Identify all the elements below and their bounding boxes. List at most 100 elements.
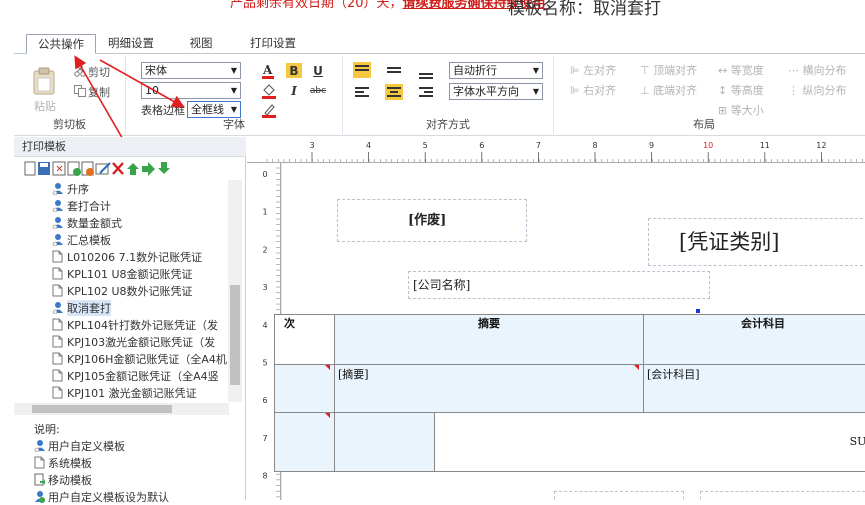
layout-h-distribute-label: 横向分布 (802, 64, 847, 77)
underline-button[interactable]: U (311, 63, 325, 79)
account-header-cell[interactable]: 会计科目 (643, 314, 865, 365)
cut-label[interactable]: 剪切 (88, 64, 110, 80)
clipboard-group: 粘贴 剪切 复制 剪切板 (14, 56, 126, 134)
layout-align-bottom[interactable]: ⊥ 底端对齐 (640, 82, 697, 98)
move-up-icon[interactable] (127, 163, 139, 175)
void-field[interactable]: [作废] (337, 199, 527, 242)
align-top-icon[interactable] (353, 62, 371, 78)
move-down-icon[interactable] (158, 162, 170, 174)
tree-item[interactable]: 取消套打 (52, 299, 111, 316)
horizontal-ruler: 34567891011121314151617 (247, 137, 865, 163)
tree-item[interactable]: 套打合计 (52, 197, 111, 214)
copy-label[interactable]: 复制 (88, 84, 110, 100)
tree-item[interactable]: KPL104针打数外记账凭证（发 (52, 316, 218, 333)
tab-view[interactable]: 视图 (182, 34, 220, 54)
tree-item[interactable]: 数量金额式 (52, 214, 122, 231)
export-icon[interactable] (81, 161, 94, 176)
ruler-label: 11 (760, 141, 770, 150)
tree-vertical-scroll-thumb[interactable] (230, 285, 240, 385)
resize-handle[interactable] (696, 309, 700, 313)
align-left-icon[interactable] (353, 84, 371, 100)
tab-common[interactable]: 公共操作 (26, 34, 96, 54)
text-direction-select[interactable]: 字体水平方向 (449, 83, 543, 100)
seq-cell-1[interactable] (274, 364, 335, 413)
tab-print-settings[interactable]: 打印设置 (242, 34, 304, 54)
tree-item-label: KPJ103激光金额记账凭证（发 (67, 335, 216, 349)
tree-item[interactable]: KPL102 U8数外记账凭证 (52, 282, 193, 299)
layout-align-left-label: 左对齐 (583, 64, 617, 77)
layout-align-right[interactable]: ⊫ 右对齐 (570, 82, 616, 98)
tree-item[interactable]: KPJ106H金额记账凭证（全A4机 (52, 350, 227, 367)
system-template-icon (52, 335, 63, 348)
save-icon[interactable] (38, 162, 50, 175)
ruler-label: 6 (479, 141, 484, 150)
company-name-field[interactable]: [公司名称] (408, 271, 710, 299)
delete-icon[interactable] (112, 162, 124, 175)
template-tree: 升序 套打合计 数量金额式 汇总模板 L010206 7.1数外记账凭证 KPL101 U… (14, 180, 229, 402)
paste-icon[interactable] (30, 66, 58, 96)
align-middle-icon[interactable] (385, 62, 403, 78)
user-template-icon (52, 234, 63, 246)
fill-color-icon[interactable] (261, 83, 277, 100)
seq-header-cell[interactable]: 次 (274, 314, 335, 365)
ruler-label: 4 (262, 321, 267, 330)
tree-item[interactable]: 升序 (52, 180, 89, 197)
clipboard-title: 剪切板 (53, 118, 86, 131)
layout-equal-height-label: 等高度 (730, 84, 764, 97)
tree-item-label: 取消套打 (67, 299, 111, 316)
tab-detail-settings[interactable]: 明细设置 (102, 34, 160, 54)
import-icon[interactable] (52, 161, 66, 176)
tree-item[interactable]: KPJ101 激光金额记账凭证 (52, 384, 197, 401)
summary-cell[interactable]: [摘要] (334, 364, 644, 413)
title-strip: 产品剩余有效日期（20）天，请续费服务确保持续使用 模板名称：取消套打 (0, 0, 865, 30)
ruler-label: 0 (262, 170, 267, 179)
font-size-select[interactable]: 10 (141, 82, 241, 99)
tree-item[interactable]: KPJ103激光金额记账凭证（发 (52, 333, 215, 350)
scissors-icon[interactable] (74, 65, 86, 77)
layout-h-distribute[interactable]: ⋯ 横向分布 (788, 62, 847, 78)
wrap-select[interactable]: 自动折行 (449, 62, 543, 79)
font-color-icon[interactable]: A (261, 62, 275, 80)
ruler-label: 12 (816, 141, 826, 150)
tree-item[interactable]: L010206 7.1数外记账凭证 (52, 248, 202, 265)
new-icon[interactable] (24, 161, 36, 176)
ruler-label: 2 (262, 245, 267, 254)
layout-equal-width[interactable]: ↔ 等宽度 (718, 62, 764, 78)
copy-icon[interactable] (74, 85, 86, 97)
font-family-select[interactable]: 宋体 (141, 62, 241, 79)
strikethrough-button[interactable]: abc (308, 84, 328, 98)
expiry-warning: 产品剩余有效日期（20）天，请续费服务确保持续使用 (230, 0, 546, 11)
italic-button[interactable]: I (288, 83, 300, 99)
layout-v-distribute[interactable]: ⋮ 纵向分布 (788, 82, 847, 98)
tree-vertical-scrollbar[interactable] (228, 180, 242, 402)
seq-cell-2[interactable] (274, 412, 335, 472)
align-right-icon[interactable] (417, 84, 435, 100)
tree-item[interactable]: KPL101 U8金额记账凭证 (52, 265, 193, 282)
template-name: 模板名称：取消套打 (508, 0, 661, 19)
cell-marker (325, 365, 330, 370)
layout-align-top[interactable]: ⊤ 顶端对齐 (640, 62, 697, 78)
bold-button[interactable]: B (286, 63, 302, 78)
ribbon: 粘贴 剪切 复制 剪切板 宋体 10 表格边框 全框线 A B U I abc … (14, 54, 865, 136)
tree-item[interactable]: KPJ105金额记账凭证（全A4竖 (52, 367, 219, 384)
tree-horizontal-scroll-thumb[interactable] (32, 405, 172, 413)
voucher-type-field[interactable]: [凭证类别] (648, 218, 865, 266)
template-panel: 打印模板 升序 套打合计 数量金额式 汇总模板 L010206 7.1数外记账凭证 KPL… (14, 137, 246, 504)
layout-equal-height[interactable]: ↕ 等高度 (718, 82, 764, 98)
align-bottom-icon[interactable] (417, 65, 435, 81)
bottom-field-1[interactable] (554, 491, 684, 500)
move-right-icon[interactable] (142, 162, 155, 176)
account-cell[interactable]: [会计科目] (643, 364, 865, 413)
tree-item[interactable]: 汇总模板 (52, 231, 111, 248)
edit-icon[interactable] (95, 162, 111, 175)
sum-cell[interactable]: SUM( (434, 412, 865, 472)
copy-template-icon[interactable] (67, 161, 81, 176)
legend-item: 用户自定义模板设为默认 (34, 488, 169, 505)
layout-align-left[interactable]: ⊫ 左对齐 (570, 62, 616, 78)
tree-horizontal-scrollbar[interactable] (14, 403, 229, 415)
user-template-icon (52, 183, 63, 195)
align-center-icon[interactable] (385, 84, 403, 100)
summary-header-cell[interactable]: 摘要 (334, 314, 644, 365)
bottom-field-2[interactable] (700, 491, 865, 500)
total-label-cell[interactable] (334, 412, 435, 472)
